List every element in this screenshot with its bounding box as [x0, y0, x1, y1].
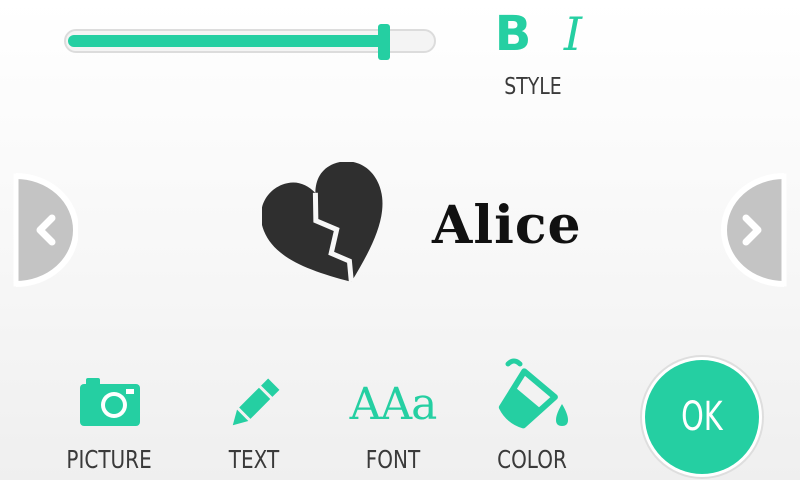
- ok-button-label: OK: [681, 394, 723, 440]
- camera-icon: [56, 358, 160, 438]
- slider-handle[interactable]: [378, 24, 390, 60]
- ok-button[interactable]: OK: [645, 360, 759, 474]
- preview-name-text: Alice: [432, 195, 582, 256]
- font-tool-button[interactable]: AAa FONT: [330, 358, 456, 480]
- picture-tool-label: PICTURE: [66, 445, 152, 474]
- broken-heart-icon: [260, 161, 398, 296]
- italic-button[interactable]: I: [558, 6, 588, 62]
- color-tool-button[interactable]: COLOR: [484, 358, 580, 480]
- slider-fill: [68, 35, 384, 47]
- bold-button[interactable]: B: [489, 6, 537, 62]
- picture-tool-button[interactable]: PICTURE: [56, 358, 160, 480]
- font-glyphs: AAa: [349, 379, 438, 430]
- previous-button[interactable]: [0, 170, 79, 290]
- style-label: STYLE: [504, 74, 562, 100]
- color-tool-label: COLOR: [497, 445, 567, 474]
- text-tool-button[interactable]: TEXT: [214, 358, 294, 480]
- next-button[interactable]: [720, 170, 800, 290]
- text-tool-label: TEXT: [228, 445, 280, 474]
- size-slider[interactable]: [64, 24, 438, 62]
- pencil-icon: [214, 358, 294, 438]
- chevron-right-icon: [721, 173, 787, 287]
- chevron-left-icon: [13, 173, 79, 287]
- paint-bucket-icon: [484, 358, 580, 438]
- font-tool-label: FONT: [365, 445, 421, 474]
- font-icon: AAa: [330, 358, 456, 438]
